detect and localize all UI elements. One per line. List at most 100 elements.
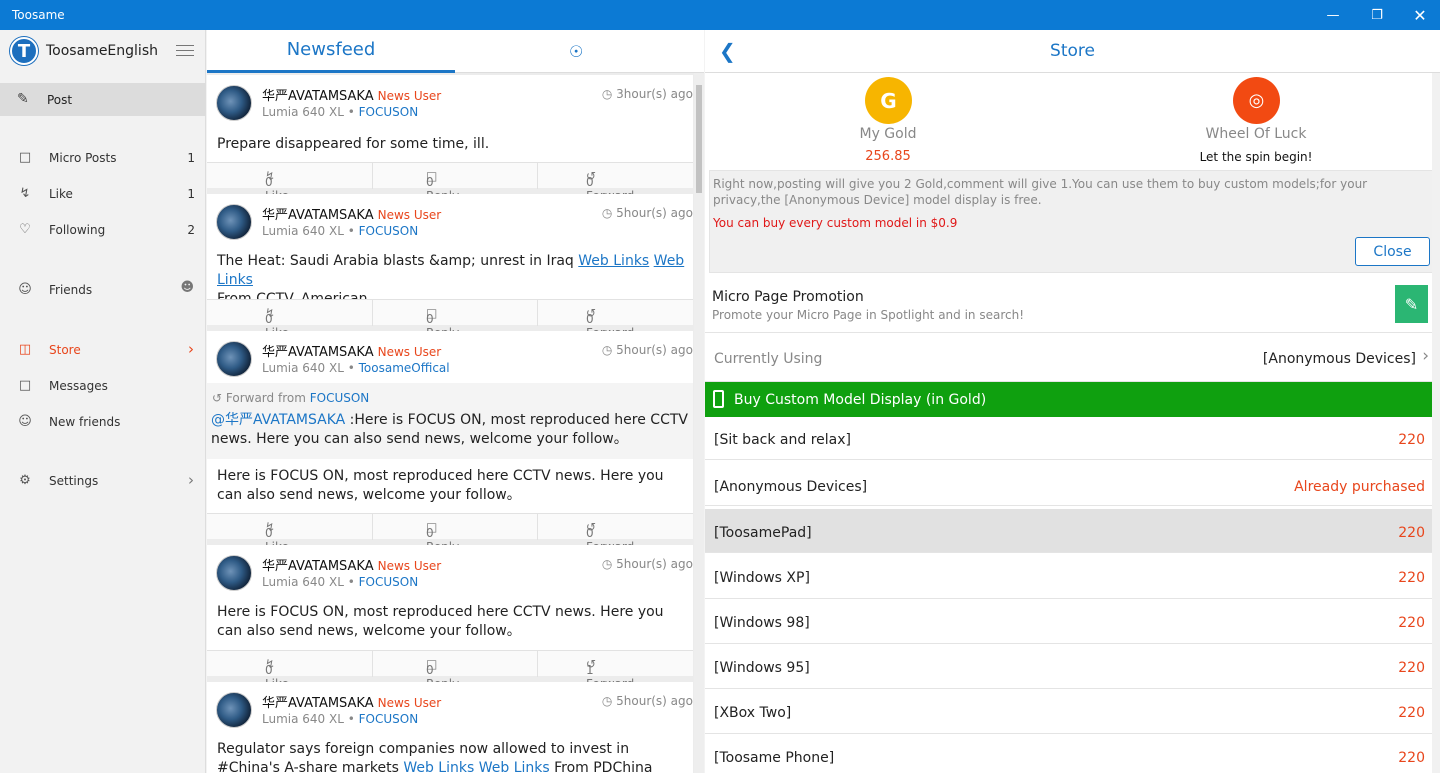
- forward-button[interactable]: 1 Forward ↺: [586, 657, 634, 691]
- post-device: Lumia 640 XL: [262, 105, 344, 119]
- buy-header-label: Buy Custom Model Display (in Gold): [734, 392, 987, 408]
- web-link[interactable]: Web Links: [403, 760, 474, 773]
- post-author[interactable]: 华严AVATAMSAKA: [262, 208, 374, 223]
- reply-button[interactable]: 0 Reply □: [426, 169, 459, 203]
- add-friend-icon[interactable]: ☻: [180, 280, 194, 295]
- user-badge: News User: [377, 559, 442, 573]
- post-source[interactable]: FOCUSON: [359, 712, 419, 726]
- post-author[interactable]: 华严AVATAMSAKA: [262, 696, 374, 711]
- avatar[interactable]: [216, 692, 252, 728]
- post-author[interactable]: 华严AVATAMSAKA: [262, 89, 374, 104]
- avatar[interactable]: [216, 85, 252, 121]
- gold-coin-icon[interactable]: G: [865, 77, 912, 124]
- username[interactable]: ToosameEnglish: [46, 43, 158, 59]
- post-text: Here is FOCUS ON, most reproduced here C…: [217, 468, 664, 503]
- promote-icon[interactable]: ✎: [1395, 285, 1428, 323]
- sidebar-item-messages[interactable]: □ Messages: [0, 371, 206, 401]
- post-text: Prepare disappeared for some time, ill.: [217, 136, 490, 152]
- mention-link[interactable]: @华严AVATAMSAKA: [211, 412, 345, 428]
- sidebar-item-count: 1: [187, 151, 195, 165]
- tab-newsfeed[interactable]: Newsfeed: [207, 30, 455, 73]
- model-row[interactable]: [Toosame Phone] 220: [705, 736, 1432, 773]
- model-price: 220: [1398, 615, 1425, 631]
- model-row[interactable]: [Windows XP] 220: [705, 556, 1432, 599]
- restore-icon[interactable]: ❐: [1354, 0, 1400, 30]
- reply-button[interactable]: 0 Reply □: [426, 520, 459, 554]
- post-card[interactable]: 华严AVATAMSAKA News User Lumia 640 XL • FOC…: [207, 194, 693, 340]
- forward-source[interactable]: FOCUSON: [310, 391, 370, 405]
- user-badge: News User: [377, 345, 442, 359]
- reply-button[interactable]: 0 Reply □: [426, 306, 459, 340]
- person-icon: ☺: [18, 282, 32, 297]
- avatar[interactable]: [216, 204, 252, 240]
- post-card[interactable]: 华严AVATAMSAKA News User Lumia 640 XL • Too…: [207, 331, 693, 554]
- forward-button[interactable]: 0 Forward ↺: [586, 169, 634, 203]
- web-link[interactable]: Web Links: [479, 760, 550, 773]
- like-button[interactable]: 0 Like ↯: [265, 169, 289, 203]
- close-icon[interactable]: ✕: [1397, 0, 1440, 30]
- post-card[interactable]: 华严AVATAMSAKA News User Lumia 640 XL • FOC…: [207, 545, 693, 691]
- sidebar-item-friends[interactable]: ☺ Friends ☻: [0, 275, 206, 305]
- gold-value: 256.85: [865, 149, 911, 164]
- currently-using-row[interactable]: Currently Using [Anonymous Devices] ›: [705, 334, 1432, 382]
- model-row[interactable]: [Windows 98] 220: [705, 601, 1432, 644]
- post-button[interactable]: ✎ Post: [0, 83, 206, 116]
- close-button[interactable]: Close: [1355, 237, 1430, 266]
- sidebar-item-settings[interactable]: ⚙ Settings ›: [0, 466, 206, 496]
- forward-button[interactable]: 0 Forward ↺: [586, 306, 634, 340]
- post-author[interactable]: 华严AVATAMSAKA: [262, 559, 374, 574]
- post-source[interactable]: ToosameOffical: [359, 361, 450, 375]
- like-button[interactable]: 0 Like ↯: [265, 520, 289, 554]
- sidebar-item-label: Store: [49, 343, 81, 357]
- model-name: [Anonymous Devices]: [714, 479, 868, 495]
- gold-label: My Gold: [859, 126, 917, 142]
- model-row[interactable]: [Anonymous Devices] Already purchased: [705, 462, 1432, 506]
- wheel-of-luck-icon[interactable]: ◎: [1233, 77, 1280, 124]
- post-device: Lumia 640 XL: [262, 712, 344, 726]
- minimize-icon[interactable]: —: [1310, 0, 1356, 30]
- person-add-icon: ☺: [18, 414, 32, 429]
- feed-scrollbar[interactable]: [694, 73, 704, 773]
- store-scrollbar[interactable]: [1432, 73, 1440, 773]
- sidebar-item-label: Friends: [49, 283, 93, 297]
- post-text: Here is FOCUS ON, most reproduced here C…: [217, 604, 664, 639]
- web-link[interactable]: Web Links: [578, 253, 649, 269]
- avatar[interactable]: [216, 341, 252, 377]
- model-price: 220: [1398, 705, 1425, 721]
- post-source[interactable]: FOCUSON: [359, 105, 419, 119]
- like-button[interactable]: 0 Like ↯: [265, 657, 289, 691]
- post-time: 5hour(s) ago: [616, 343, 693, 357]
- post-source[interactable]: FOCUSON: [359, 575, 419, 589]
- post-author[interactable]: 华严AVATAMSAKA: [262, 345, 374, 360]
- model-row[interactable]: [Sit back and relax] 220: [705, 419, 1432, 460]
- model-row[interactable]: [Windows 95] 220: [705, 646, 1432, 689]
- model-price: 220: [1398, 432, 1425, 448]
- store-panel: ❮ Store G My Gold 256.85 ◎ Wheel Of Luck…: [705, 30, 1440, 773]
- avatar[interactable]: [216, 555, 252, 591]
- like-button[interactable]: 0 Like ↯: [265, 306, 289, 340]
- model-price: 220: [1398, 750, 1425, 766]
- sidebar-item-following[interactable]: ♡ Following 2: [0, 215, 206, 245]
- model-row[interactable]: [ToosamePad] 220: [705, 509, 1432, 553]
- post-device: Lumia 640 XL: [262, 224, 344, 238]
- post-card[interactable]: 华严AVATAMSAKA News User Lumia 640 XL • FOC…: [207, 682, 693, 773]
- sidebar-item-new-friends[interactable]: ☺ New friends: [0, 407, 206, 437]
- clock-icon: ◷: [601, 694, 613, 708]
- forward-button[interactable]: 0 Forward ↺: [586, 520, 634, 554]
- micro-page-promotion[interactable]: Micro Page Promotion Promote your Micro …: [705, 278, 1432, 333]
- model-name: [Windows XP]: [714, 570, 810, 586]
- feed-tabs: Newsfeed ☉: [207, 30, 704, 73]
- info-box: Right now,posting will give you 2 Gold,c…: [709, 170, 1433, 273]
- post-card[interactable]: 华严AVATAMSAKA News User Lumia 640 XL • FOC…: [207, 75, 693, 203]
- sidebar-item-like[interactable]: ↯ Like 1: [0, 179, 206, 209]
- share-network-icon[interactable]: ☉: [569, 42, 583, 61]
- wheel-subtitle: Let the spin begin!: [1199, 150, 1313, 164]
- reply-button[interactable]: 0 Reply □: [426, 657, 459, 691]
- hamburger-icon[interactable]: [176, 45, 194, 57]
- model-price: 220: [1398, 570, 1425, 586]
- post-time: 5hour(s) ago: [616, 557, 693, 571]
- model-row[interactable]: [XBox Two] 220: [705, 691, 1432, 734]
- sidebar-item-store[interactable]: ◫ Store ›: [0, 335, 206, 365]
- sidebar-item-micro-posts[interactable]: □ Micro Posts 1: [0, 143, 206, 173]
- post-source[interactable]: FOCUSON: [359, 224, 419, 238]
